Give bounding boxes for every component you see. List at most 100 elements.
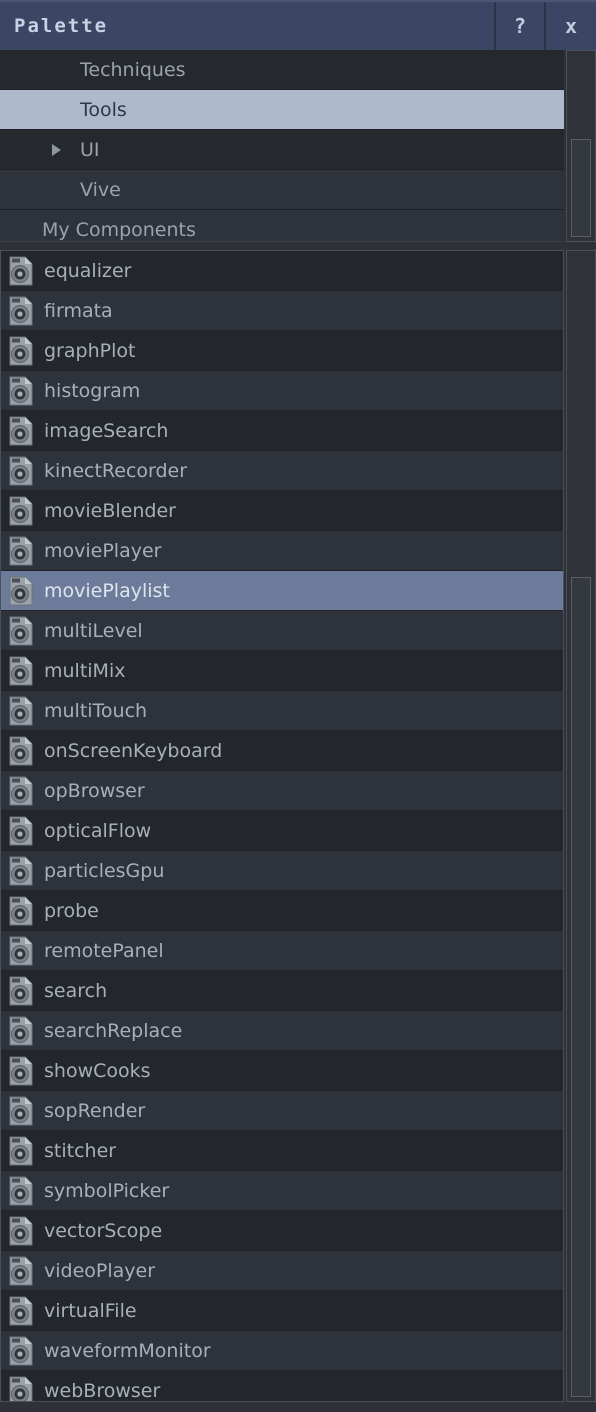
tree-item-label: UI bbox=[80, 138, 100, 161]
tree-item-label: Tools bbox=[80, 98, 127, 121]
list-item[interactable]: firmata bbox=[1, 291, 563, 331]
list-item[interactable]: multiLevel bbox=[1, 611, 563, 651]
comp-file-icon bbox=[8, 936, 34, 966]
window-title: Palette bbox=[0, 2, 496, 50]
comp-file-icon bbox=[8, 776, 34, 806]
list-item[interactable]: kinectRecorder bbox=[1, 451, 563, 491]
list-item[interactable]: opBrowser bbox=[1, 771, 563, 811]
comp-file-icon bbox=[8, 856, 34, 886]
help-button[interactable]: ? bbox=[496, 2, 546, 50]
list-item-label: vectorScope bbox=[44, 1219, 163, 1242]
list-item-label: webBrowser bbox=[44, 1379, 161, 1402]
tree-item-ui[interactable]: UI bbox=[0, 130, 564, 170]
list-item-label: waveformMonitor bbox=[44, 1339, 211, 1362]
list-item[interactable]: probe bbox=[1, 891, 563, 931]
list-item-label: multiLevel bbox=[44, 619, 143, 642]
tree-item-label: Techniques bbox=[80, 58, 186, 81]
comp-file-icon bbox=[8, 536, 34, 566]
comp-file-icon bbox=[8, 1376, 34, 1401]
tree-item-my-components[interactable]: My Components bbox=[0, 210, 564, 241]
list-item-label: virtualFile bbox=[44, 1299, 137, 1322]
comp-file-icon bbox=[8, 296, 34, 326]
list-item-label: moviePlaylist bbox=[44, 579, 170, 602]
comp-file-icon bbox=[8, 256, 34, 286]
comp-file-icon bbox=[8, 1256, 34, 1286]
list-item[interactable]: moviePlayer bbox=[1, 531, 563, 571]
list-item[interactable]: videoPlayer bbox=[1, 1251, 563, 1291]
list-item-label: opBrowser bbox=[44, 779, 145, 802]
list-item[interactable]: graphPlot bbox=[1, 331, 563, 371]
comp-file-icon bbox=[8, 416, 34, 446]
tree-item-label: My Components bbox=[42, 218, 196, 241]
list-item-label: sopRender bbox=[44, 1099, 146, 1122]
list-item-label: searchReplace bbox=[44, 1019, 183, 1042]
tree-item-techniques[interactable]: Techniques bbox=[0, 50, 564, 90]
comp-file-icon bbox=[8, 1096, 34, 1126]
tree-item-label: Vive bbox=[80, 178, 121, 201]
list-item[interactable]: opticalFlow bbox=[1, 811, 563, 851]
list-item-label: stitcher bbox=[44, 1139, 117, 1162]
tree-scrollbar[interactable] bbox=[566, 50, 596, 242]
comp-file-icon bbox=[8, 1176, 34, 1206]
list-item-label: firmata bbox=[44, 299, 113, 322]
list-item[interactable]: symbolPicker bbox=[1, 1171, 563, 1211]
tree-item-vive[interactable]: Vive bbox=[0, 170, 564, 210]
close-button[interactable]: x bbox=[546, 2, 596, 50]
comp-file-icon bbox=[8, 896, 34, 926]
comp-file-icon bbox=[8, 1216, 34, 1246]
comp-file-icon bbox=[8, 1056, 34, 1086]
list-item[interactable]: stitcher bbox=[1, 1131, 563, 1171]
palette-component-list[interactable]: equalizer firmata graphPlot histogram imageS… bbox=[0, 250, 564, 1402]
list-item-label: remotePanel bbox=[44, 939, 164, 962]
list-item[interactable]: search bbox=[1, 971, 563, 1011]
comp-file-icon bbox=[8, 336, 34, 366]
list-item[interactable]: sopRender bbox=[1, 1091, 563, 1131]
list-item-label: opticalFlow bbox=[44, 819, 152, 842]
comp-file-icon bbox=[8, 616, 34, 646]
list-item-label: onScreenKeyboard bbox=[44, 739, 223, 762]
tree-item-tools[interactable]: Tools bbox=[0, 90, 564, 130]
list-item[interactable]: waveformMonitor bbox=[1, 1331, 563, 1371]
list-item-label: videoPlayer bbox=[44, 1259, 156, 1282]
comp-file-icon bbox=[8, 976, 34, 1006]
list-item-label: imageSearch bbox=[44, 419, 169, 442]
list-item[interactable]: multiTouch bbox=[1, 691, 563, 731]
list-item[interactable]: movieBlender bbox=[1, 491, 563, 531]
palette-category-tree[interactable]: Techniques Tools UI Vive My Components bbox=[0, 50, 564, 242]
list-scrollbar-thumb[interactable] bbox=[571, 577, 591, 1397]
list-scrollbar[interactable] bbox=[566, 250, 596, 1402]
comp-file-icon bbox=[8, 736, 34, 766]
list-item[interactable]: virtualFile bbox=[1, 1291, 563, 1331]
list-item-label: multiTouch bbox=[44, 699, 148, 722]
comp-file-icon bbox=[8, 456, 34, 486]
list-item-label: showCooks bbox=[44, 1059, 151, 1082]
list-item[interactable]: particlesGpu bbox=[1, 851, 563, 891]
list-item[interactable]: searchReplace bbox=[1, 1011, 563, 1051]
comp-file-icon bbox=[8, 576, 34, 606]
list-item[interactable]: remotePanel bbox=[1, 931, 563, 971]
comp-file-icon bbox=[8, 696, 34, 726]
comp-file-icon bbox=[8, 1336, 34, 1366]
list-item-label: histogram bbox=[44, 379, 141, 402]
list-item-label: symbolPicker bbox=[44, 1179, 170, 1202]
comp-file-icon bbox=[8, 1136, 34, 1166]
expand-triangle-icon[interactable] bbox=[52, 143, 61, 156]
list-item[interactable]: imageSearch bbox=[1, 411, 563, 451]
list-item[interactable]: equalizer bbox=[1, 251, 563, 291]
list-item[interactable]: vectorScope bbox=[1, 1211, 563, 1251]
list-item[interactable]: webBrowser bbox=[1, 1371, 563, 1402]
list-item-label: graphPlot bbox=[44, 339, 136, 362]
list-item-label: multiMix bbox=[44, 659, 126, 682]
tree-scrollbar-thumb[interactable] bbox=[571, 139, 591, 237]
palette-window: Palette ? x Techniques Tools UI Vive My Comp… bbox=[0, 0, 596, 1412]
list-item[interactable]: moviePlaylist bbox=[1, 571, 563, 611]
list-item-label: search bbox=[44, 979, 108, 1002]
comp-file-icon bbox=[8, 1296, 34, 1326]
comp-file-icon bbox=[8, 1016, 34, 1046]
list-item[interactable]: histogram bbox=[1, 371, 563, 411]
comp-file-icon bbox=[8, 816, 34, 846]
list-item-label: kinectRecorder bbox=[44, 459, 188, 482]
list-item[interactable]: showCooks bbox=[1, 1051, 563, 1091]
list-item[interactable]: multiMix bbox=[1, 651, 563, 691]
list-item[interactable]: onScreenKeyboard bbox=[1, 731, 563, 771]
